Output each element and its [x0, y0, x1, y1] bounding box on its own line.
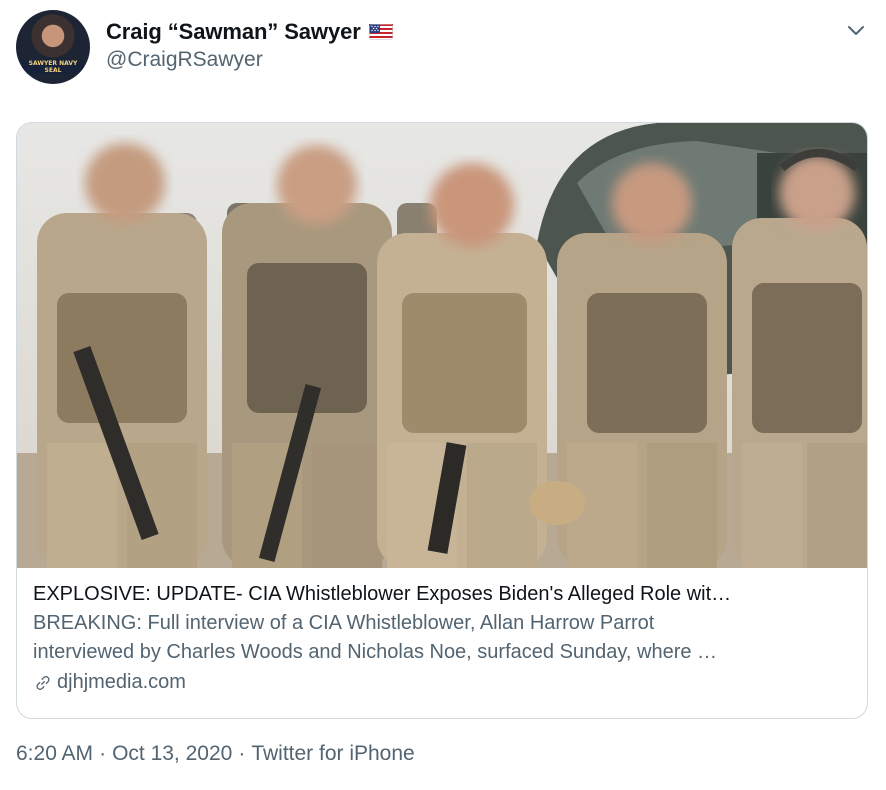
- card-title[interactable]: EXPLOSIVE: UPDATE- CIA Whistleblower Exp…: [33, 580, 851, 609]
- tweet-header: SAWYER NAVY SEAL Craig “Sawman” Sawyer @…: [16, 10, 872, 86]
- us-flag-icon: [368, 24, 393, 40]
- card-text: EXPLOSIVE: UPDATE- CIA Whistleblower Exp…: [33, 580, 851, 697]
- card-image: [17, 123, 867, 568]
- avatar[interactable]: SAWYER NAVY SEAL: [16, 10, 90, 84]
- avatar-caption: SAWYER NAVY SEAL: [22, 60, 84, 74]
- author-names: Craig “Sawman” Sawyer @CraigRSawyer: [106, 18, 393, 72]
- tweet-time[interactable]: 6:20 AM: [16, 742, 93, 766]
- tweet-meta: 6:20 AM · Oct 13, 2020 · Twitter for iPh…: [16, 742, 415, 766]
- card-description-line: BREAKING: Full interview of a CIA Whistl…: [33, 612, 655, 634]
- link-card[interactable]: EXPLOSIVE: UPDATE- CIA Whistleblower Exp…: [16, 122, 868, 719]
- meta-separator: ·: [238, 742, 246, 765]
- display-name[interactable]: Craig “Sawman” Sawyer: [106, 19, 361, 45]
- card-domain-row[interactable]: djhjmedia.com: [33, 668, 851, 697]
- display-name-row: Craig “Sawman” Sawyer: [106, 18, 393, 46]
- meta-separator: ·: [99, 742, 107, 765]
- chevron-down-icon[interactable]: [844, 18, 868, 42]
- tweet-date[interactable]: Oct 13, 2020: [112, 742, 232, 766]
- card-description-line: interviewed by Charles Woods and Nichola…: [33, 641, 718, 663]
- card-description: BREAKING: Full interview of a CIA Whistl…: [33, 609, 851, 667]
- tweet-source[interactable]: Twitter for iPhone: [251, 742, 414, 766]
- card-domain: djhjmedia.com: [57, 671, 186, 693]
- link-icon: [36, 675, 50, 690]
- author-handle[interactable]: @CraigRSawyer: [106, 48, 393, 72]
